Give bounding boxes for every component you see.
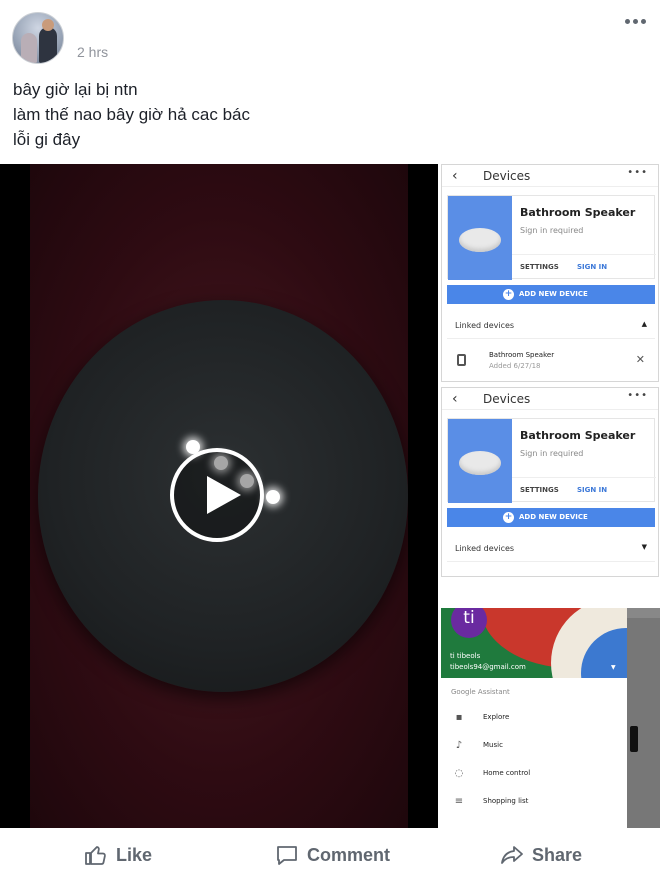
- share-button[interactable]: Share: [500, 842, 582, 868]
- post-header: 2 hrs: [0, 0, 660, 70]
- menu-item-music: ♪ Music: [441, 736, 627, 756]
- menu-item-label: Home control: [483, 769, 531, 777]
- account-email: tibeols94@gmail.com: [450, 663, 526, 671]
- share-label: Share: [532, 844, 583, 865]
- post-action-bar: Like Comment Share: [0, 828, 660, 880]
- explore-icon: ▪: [455, 712, 463, 723]
- device-card-actions: SETTINGS SIGN IN: [512, 477, 656, 503]
- menu-item-label: Music: [483, 741, 503, 749]
- video-player[interactable]: [0, 164, 438, 828]
- device-name: Bathroom Speaker: [520, 206, 636, 219]
- comment-label: Comment: [307, 844, 391, 865]
- back-arrow-icon: ‹: [452, 168, 458, 184]
- menu-item-label: Shopping list: [483, 797, 529, 805]
- status-bar: [627, 608, 660, 618]
- comment-button[interactable]: Comment: [275, 842, 390, 868]
- account-header: ti ti tibeols tibeols94@gmail.com ▼: [441, 608, 627, 678]
- devices-title: Devices: [483, 392, 531, 406]
- add-new-device-label: ADD NEW DEVICE: [519, 290, 588, 298]
- add-new-device-label: ADD NEW DEVICE: [519, 513, 588, 521]
- devices-screenshot[interactable]: ‹ Devices ••• Bathroom Speaker Sign in r…: [441, 387, 659, 577]
- play-icon[interactable]: [170, 448, 264, 542]
- assistant-section-label: Google Assistant: [451, 688, 510, 696]
- dropdown-arrow-icon: ▼: [611, 664, 616, 671]
- ellipsis-icon: •••: [627, 390, 648, 401]
- assistant-screenshot[interactable]: ti ti tibeols tibeols94@gmail.com ▼ Goog…: [441, 608, 660, 828]
- menu-item-explore: ▪ Explore: [441, 708, 627, 728]
- ellipsis-icon: [640, 18, 646, 24]
- like-label: Like: [116, 844, 153, 865]
- account-avatar: ti: [451, 608, 487, 638]
- add-new-device-button: + ADD NEW DEVICE: [447, 508, 655, 527]
- post-text-line: làm thế nao bây giờ hả cac bác: [13, 105, 251, 124]
- plus-icon: +: [503, 289, 514, 300]
- post-media: ‹ Devices ••• Bathroom Speaker Sign in r…: [0, 164, 660, 828]
- device-status: Sign in required: [520, 226, 584, 235]
- devices-header: ‹ Devices •••: [442, 165, 658, 187]
- post-timestamp[interactable]: 2 hrs: [77, 44, 108, 60]
- ellipsis-icon: [632, 18, 638, 24]
- devices-title: Devices: [483, 169, 531, 183]
- assistant-menu: Google Assistant ▪ Explore ♪ Music ◌ Hom…: [441, 678, 627, 828]
- sign-in-button: SIGN IN: [577, 486, 608, 494]
- caret-down-icon: ▼: [641, 543, 647, 551]
- menu-item-label: Explore: [483, 713, 510, 721]
- post-text-line: lỗi gi đây: [13, 130, 81, 149]
- avatar-figure: [21, 33, 37, 63]
- linked-device-date: Added 6/27/18: [489, 362, 541, 370]
- speaker-light: [266, 490, 280, 504]
- drawer-scrim: [627, 608, 660, 828]
- linked-devices-header: Linked devices ▼: [447, 536, 655, 562]
- background-element: [630, 726, 638, 752]
- plus-icon: +: [503, 512, 514, 523]
- device-status: Sign in required: [520, 449, 584, 458]
- settings-button: SETTINGS: [520, 486, 559, 494]
- device-name: Bathroom Speaker: [520, 429, 636, 442]
- close-icon: ✕: [635, 353, 645, 366]
- back-arrow-icon: ‹: [452, 391, 458, 407]
- device-card: Bathroom Speaker Sign in required SETTIN…: [447, 418, 656, 503]
- devices-screenshot[interactable]: ‹ Devices ••• Bathroom Speaker Sign in r…: [441, 164, 659, 382]
- menu-item-home-control: ◌ Home control: [441, 764, 627, 784]
- caret-up-icon: ▲: [641, 320, 647, 328]
- settings-button: SETTINGS: [520, 263, 559, 271]
- speaker-image: [448, 419, 512, 503]
- sign-in-button: SIGN IN: [577, 263, 608, 271]
- author-avatar[interactable]: [12, 12, 64, 64]
- music-note-icon: ♪: [455, 740, 463, 751]
- screenshot-stack: ‹ Devices ••• Bathroom Speaker Sign in r…: [441, 164, 660, 828]
- speaker-icon: [457, 354, 466, 366]
- add-new-device-button: + ADD NEW DEVICE: [447, 285, 655, 304]
- ellipsis-icon: •••: [627, 167, 648, 178]
- comment-icon: [277, 846, 297, 865]
- like-button[interactable]: Like: [84, 842, 152, 868]
- linked-device-row: Bathroom Speaker Added 6/27/18 ✕: [447, 345, 655, 377]
- post-text-line: bây giờ lại bị ntn: [13, 80, 138, 99]
- lightbulb-icon: ◌: [454, 768, 464, 779]
- account-name: ti tibeols: [450, 652, 481, 660]
- avatar-figure: [39, 19, 57, 63]
- device-card-actions: SETTINGS SIGN IN: [512, 254, 656, 280]
- device-card: Bathroom Speaker Sign in required SETTIN…: [447, 195, 656, 280]
- linked-devices-header: Linked devices ▲: [447, 313, 655, 339]
- more-options-button[interactable]: [622, 10, 648, 32]
- list-icon: ≡: [454, 796, 464, 807]
- share-icon: [501, 846, 523, 864]
- speaker-image: [448, 196, 512, 280]
- menu-item-shopping-list: ≡ Shopping list: [441, 792, 627, 812]
- ellipsis-icon: [624, 18, 630, 24]
- linked-device-name: Bathroom Speaker: [489, 351, 555, 359]
- post-text: bây giờ lại bị ntn làm thế nao bây giờ h…: [13, 77, 250, 152]
- devices-header: ‹ Devices •••: [442, 388, 658, 410]
- linked-devices-label: Linked devices: [455, 321, 515, 330]
- thumbs-up-icon: [85, 846, 106, 865]
- linked-devices-label: Linked devices: [455, 544, 515, 553]
